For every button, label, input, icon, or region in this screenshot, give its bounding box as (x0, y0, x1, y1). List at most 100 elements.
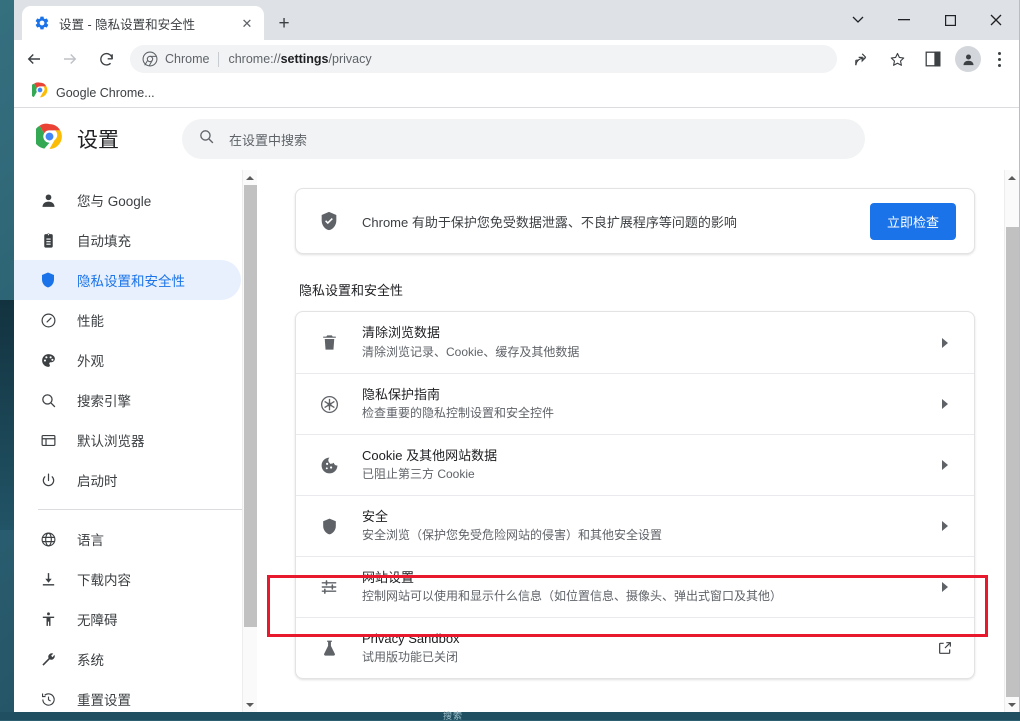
clipboard-icon (38, 230, 58, 250)
close-icon[interactable]: ✕ (238, 14, 256, 32)
sidebar-item-label: 下载内容 (77, 569, 131, 589)
speedometer-icon (38, 310, 58, 330)
address-bar[interactable]: Chrome chrome://settings/privacy (130, 45, 837, 73)
shield-icon (38, 270, 58, 290)
bookmark-item[interactable]: Google Chrome... (24, 79, 163, 106)
scrollbar-thumb[interactable] (244, 185, 257, 627)
share-icon[interactable] (845, 43, 877, 75)
sidebar-scrollbar[interactable] (242, 170, 257, 712)
wrench-icon (38, 649, 58, 669)
sidebar-item-default-browser[interactable]: 默认浏览器 (14, 420, 241, 460)
download-icon (38, 569, 58, 589)
back-icon[interactable] (18, 43, 50, 75)
search-input[interactable]: 在设置中搜索 (182, 119, 865, 159)
tune-icon (318, 576, 340, 598)
forward-icon[interactable] (54, 43, 86, 75)
row-subtitle: 试用版功能已关闭 (362, 650, 458, 664)
sidebar-item-performance[interactable]: 性能 (14, 300, 241, 340)
bookmark-label: Google Chrome... (56, 86, 155, 100)
scroll-up-icon[interactable] (243, 170, 258, 185)
reload-icon[interactable] (90, 43, 122, 75)
chevron-right-icon[interactable] (934, 460, 956, 470)
settings-row-site-settings[interactable]: 网站设置 控制网站可以使用和显示什么信息（如位置信息、摄像头、弹出式窗口及其他） (296, 556, 974, 617)
row-text: 清除浏览数据 清除浏览记录、Cookie、缓存及其他数据 (362, 324, 934, 361)
sidebar-item-label: 系统 (77, 649, 104, 669)
accessibility-icon (38, 609, 58, 629)
side-panel-icon[interactable] (917, 43, 949, 75)
external-link-icon[interactable] (934, 640, 956, 656)
sidebar-item-downloads[interactable]: 下载内容 (14, 559, 241, 599)
shield-check-icon (318, 210, 340, 232)
shield-icon (318, 515, 340, 537)
scroll-down-icon[interactable] (243, 697, 258, 712)
row-subtitle: 控制网站可以使用和显示什么信息（如位置信息、摄像头、弹出式窗口及其他） (362, 589, 782, 603)
sidebar-item-privacy-and-security[interactable]: 隐私设置和安全性 (14, 260, 241, 300)
chevron-right-icon[interactable] (934, 521, 956, 531)
row-subtitle: 安全浏览（保护您免受危险网站的侵害）和其他安全设置 (362, 528, 662, 542)
scrollbar-track[interactable] (1005, 185, 1020, 697)
avatar[interactable] (955, 46, 981, 72)
flask-icon (318, 637, 340, 659)
sidebar-item-label: 外观 (77, 350, 104, 370)
omnibox-divider (218, 52, 219, 67)
gear-icon (34, 15, 50, 31)
settings-row-cookies[interactable]: Cookie 及其他网站数据 已阻止第三方 Cookie (296, 434, 974, 495)
chrome-icon (32, 82, 48, 103)
star-icon[interactable] (881, 43, 913, 75)
row-text: Cookie 及其他网站数据 已阻止第三方 Cookie (362, 447, 934, 484)
sidebar-item-accessibility[interactable]: 无障碍 (14, 599, 241, 639)
settings-row-privacy-sandbox[interactable]: Privacy Sandbox 试用版功能已关闭 (296, 617, 974, 678)
three-dots-icon[interactable] (985, 44, 1013, 74)
new-tab-button[interactable]: + (270, 9, 298, 37)
row-text: 安全 安全浏览（保护您免受危险网站的侵害）和其他安全设置 (362, 508, 934, 545)
tab-title: 设置 - 隐私设置和安全性 (59, 14, 238, 33)
row-title: Privacy Sandbox (362, 631, 460, 646)
row-title: Cookie 及其他网站数据 (362, 448, 497, 463)
tab-strip: 设置 - 隐私设置和安全性 ✕ + (14, 0, 1019, 40)
tab-search-icon[interactable] (835, 0, 881, 40)
chevron-right-icon[interactable] (934, 399, 956, 409)
sidebar-item-appearance[interactable]: 外观 (14, 340, 241, 380)
settings-row-security[interactable]: 安全 安全浏览（保护您免受危险网站的侵害）和其他安全设置 (296, 495, 974, 556)
sidebar-item-autofill[interactable]: 自动填充 (14, 220, 241, 260)
taskbar (0, 712, 1020, 720)
minimize-icon[interactable] (881, 0, 927, 40)
row-text: 隐私保护指南 检查重要的隐私控制设置和安全控件 (362, 386, 934, 423)
scrollbar-thumb[interactable] (1006, 227, 1019, 697)
settings-main-content: Chrome 有助于保护您免受数据泄露、不良扩展程序等问题的影响 立即检查 隐私… (257, 170, 1019, 712)
privacy-settings-list: 清除浏览数据 清除浏览记录、Cookie、缓存及其他数据 (295, 311, 975, 679)
taskbar-label: 搜索 (443, 712, 463, 720)
browser-tab[interactable]: 设置 - 隐私设置和安全性 ✕ (22, 6, 264, 40)
security-label: Chrome (165, 52, 209, 66)
sidebar-divider (38, 509, 257, 510)
run-safety-check-button[interactable]: 立即检查 (870, 203, 956, 240)
scroll-down-icon[interactable] (1005, 697, 1020, 712)
close-icon[interactable] (973, 0, 1019, 40)
maximize-icon[interactable] (927, 0, 973, 40)
search-placeholder: 在设置中搜索 (229, 130, 307, 149)
settings-row-privacy-guide[interactable]: 隐私保护指南 检查重要的隐私控制设置和安全控件 (296, 373, 974, 434)
scrollbar-track[interactable] (243, 185, 258, 697)
browser-toolbar: Chrome chrome://settings/privacy (14, 40, 1019, 78)
history-restore-icon (38, 689, 58, 709)
chrome-icon (36, 123, 63, 155)
sidebar-item-label: 语言 (77, 529, 104, 549)
sidebar-item-reset-settings[interactable]: 重置设置 (14, 679, 241, 712)
sidebar-item-label: 您与 Google (77, 190, 151, 210)
sidebar-item-label: 重置设置 (77, 689, 131, 709)
chevron-right-icon[interactable] (934, 582, 956, 592)
main-scrollbar[interactable] (1004, 170, 1019, 712)
sidebar-item-languages[interactable]: 语言 (14, 519, 241, 559)
sidebar-item-on-startup[interactable]: 启动时 (14, 460, 241, 500)
browser-window: 设置 - 隐私设置和安全性 ✕ + (14, 0, 1020, 712)
row-text: 网站设置 控制网站可以使用和显示什么信息（如位置信息、摄像头、弹出式窗口及其他） (362, 569, 934, 606)
scroll-up-icon[interactable] (1005, 170, 1020, 185)
chevron-right-icon[interactable] (934, 338, 956, 348)
person-icon (38, 190, 58, 210)
sidebar-item-search-engine[interactable]: 搜索引擎 (14, 380, 241, 420)
sidebar-item-you-and-google[interactable]: 您与 Google (14, 180, 241, 220)
row-subtitle: 检查重要的隐私控制设置和安全控件 (362, 406, 554, 420)
browser-window-icon (38, 430, 58, 450)
settings-row-clear-browsing-data[interactable]: 清除浏览数据 清除浏览记录、Cookie、缓存及其他数据 (296, 312, 974, 373)
sidebar-item-system[interactable]: 系统 (14, 639, 241, 679)
